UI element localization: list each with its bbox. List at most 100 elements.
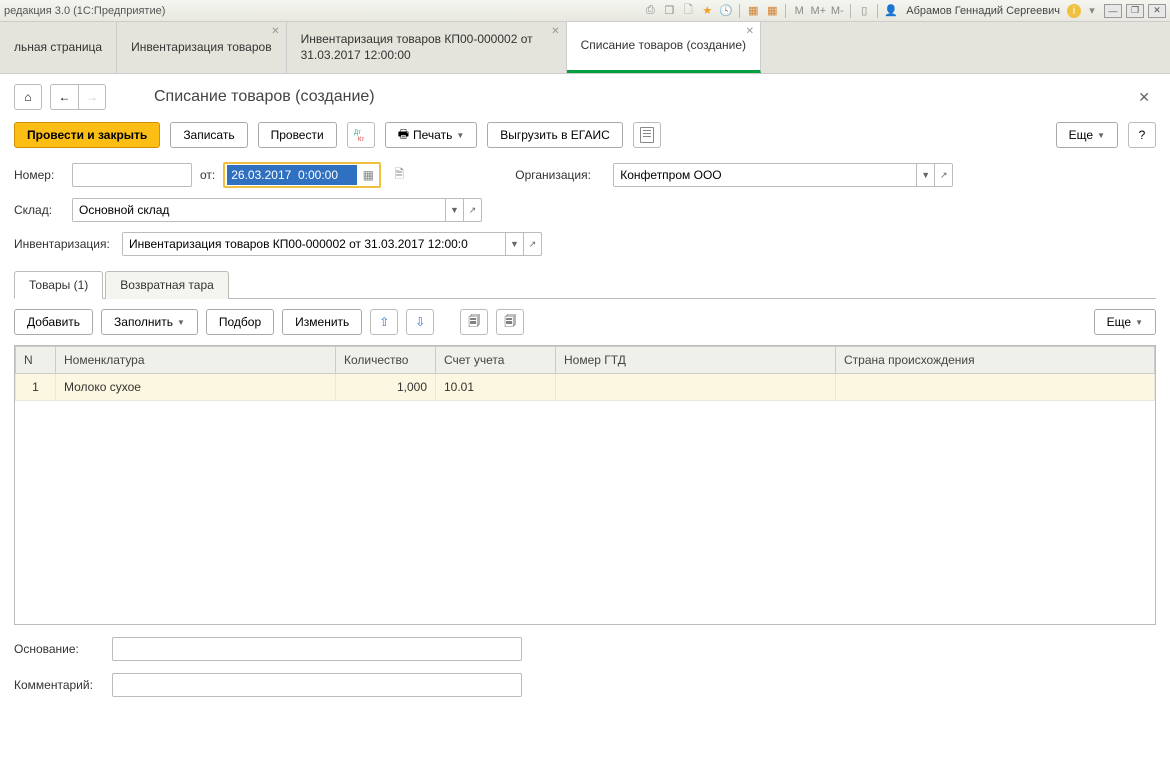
titlebar-icons: ⎙ ❐ 🗋 ★ 🕓 ▦ ▦ M M+ M- ▯ 👤 Абрамов Геннад… bbox=[642, 3, 1166, 19]
dt-kt-icon[interactable]: ДтКт bbox=[347, 122, 375, 148]
cell-item[interactable]: Молоко сухое bbox=[56, 374, 336, 401]
paste-rows-icon[interactable]: 🗐 bbox=[496, 309, 524, 335]
back-button[interactable]: ← bbox=[50, 84, 78, 110]
copy-rows-icon[interactable]: 🗐 bbox=[460, 309, 488, 335]
m-plus-button[interactable]: M+ bbox=[810, 3, 826, 19]
tab-inventory[interactable]: Инвентаризация товаров ✕ bbox=[117, 22, 286, 73]
org-combo[interactable]: ▼ ↗ bbox=[613, 163, 953, 187]
app-tabs: льная страница Инвентаризация товаров ✕ … bbox=[0, 22, 1170, 74]
col-qty[interactable]: Количество bbox=[336, 347, 436, 374]
comment-label: Комментарий: bbox=[14, 678, 104, 692]
inventory-label: Инвентаризация: bbox=[14, 237, 114, 251]
post-and-close-button[interactable]: Провести и закрыть bbox=[14, 122, 160, 148]
cell-gtd[interactable] bbox=[556, 374, 836, 401]
main-toolbar: Провести и закрыть Записать Провести ДтК… bbox=[14, 122, 1156, 148]
dropdown-icon[interactable]: ▼ bbox=[445, 199, 463, 221]
move-down-button[interactable]: ⇩ bbox=[406, 309, 434, 335]
close-icon[interactable]: ✕ bbox=[746, 26, 754, 37]
dropdown-icon[interactable]: ▼ bbox=[916, 164, 934, 186]
org-label: Организация: bbox=[515, 168, 605, 182]
grid-more-button[interactable]: Еще ▼ bbox=[1094, 309, 1156, 335]
cell-qty[interactable]: 1,000 bbox=[336, 374, 436, 401]
calendar-picker-icon[interactable]: ▦ bbox=[359, 166, 377, 184]
cell-country[interactable] bbox=[836, 374, 1155, 401]
basis-label: Основание: bbox=[14, 642, 104, 656]
comment-input[interactable] bbox=[112, 673, 522, 697]
post-button[interactable]: Провести bbox=[258, 122, 337, 148]
calculator-icon[interactable]: ▦ bbox=[745, 3, 761, 19]
date-label: от: bbox=[200, 168, 215, 182]
layout-icon[interactable]: ▯ bbox=[856, 3, 872, 19]
tab-main-page[interactable]: льная страница bbox=[0, 22, 117, 73]
col-item[interactable]: Номенклатура bbox=[56, 347, 336, 374]
warehouse-label: Склад: bbox=[14, 203, 64, 217]
app-title: редакция 3.0 (1С:Предприятие) bbox=[4, 5, 642, 17]
date-field-wrapper: ▦ bbox=[223, 162, 381, 188]
close-icon[interactable]: ✕ bbox=[551, 26, 559, 37]
copy-icon[interactable]: ❐ bbox=[661, 3, 677, 19]
forward-button[interactable]: → bbox=[78, 84, 106, 110]
history-icon[interactable]: 🕓 bbox=[718, 3, 734, 19]
add-button[interactable]: Добавить bbox=[14, 309, 93, 335]
minimize-button[interactable]: — bbox=[1104, 4, 1122, 18]
svg-text:Дт: Дт bbox=[354, 130, 361, 136]
basis-input[interactable] bbox=[112, 637, 522, 661]
col-gtd[interactable]: Номер ГТД bbox=[556, 347, 836, 374]
dropdown-icon[interactable]: ▾ bbox=[1084, 3, 1100, 19]
user-name[interactable]: Абрамов Геннадий Сергеевич bbox=[902, 5, 1064, 17]
m-minus-button[interactable]: M- bbox=[829, 3, 845, 19]
maximize-button[interactable]: ❐ bbox=[1126, 4, 1144, 18]
dropdown-icon[interactable]: ▼ bbox=[505, 233, 523, 255]
print-icon[interactable]: ⎙ bbox=[642, 3, 658, 19]
egais-button[interactable]: Выгрузить в ЕГАИС bbox=[487, 122, 623, 148]
inventory-combo[interactable]: ▼ ↗ bbox=[122, 232, 542, 256]
doc-icon[interactable]: 🗋 bbox=[680, 3, 696, 19]
m-button[interactable]: M bbox=[791, 3, 807, 19]
warehouse-combo[interactable]: ▼ ↗ bbox=[72, 198, 482, 222]
home-button[interactable]: ⌂ bbox=[14, 84, 42, 110]
grid-toolbar: Добавить Заполнить ▼ Подбор Изменить ⇧ ⇩… bbox=[14, 299, 1156, 345]
report-icon[interactable] bbox=[633, 122, 661, 148]
inventory-input[interactable] bbox=[123, 233, 505, 255]
tab-writeoff[interactable]: Списание товаров (создание) ✕ bbox=[567, 22, 761, 73]
goods-grid[interactable]: N Номенклатура Количество Счет учета Ном… bbox=[14, 345, 1156, 625]
warehouse-input[interactable] bbox=[73, 199, 445, 221]
col-n[interactable]: N bbox=[16, 347, 56, 374]
svg-text:Кт: Кт bbox=[358, 137, 364, 142]
cell-n[interactable]: 1 bbox=[16, 374, 56, 401]
info-icon[interactable]: i bbox=[1067, 4, 1081, 18]
subtabs: Товары (1) Возвратная тара bbox=[14, 270, 1156, 299]
number-input[interactable] bbox=[72, 163, 192, 187]
open-icon[interactable]: ↗ bbox=[463, 199, 481, 221]
tab-inventory-doc[interactable]: Инвентаризация товаров КП00-000002 от 31… bbox=[287, 22, 567, 73]
open-icon[interactable]: ↗ bbox=[523, 233, 541, 255]
open-icon[interactable]: ↗ bbox=[934, 164, 952, 186]
move-up-button[interactable]: ⇧ bbox=[370, 309, 398, 335]
print-button[interactable]: 🖶 Печать ▼ bbox=[385, 122, 478, 148]
date-input[interactable] bbox=[227, 165, 357, 185]
caret-down-icon: ▼ bbox=[177, 318, 185, 327]
col-account[interactable]: Счет учета bbox=[436, 347, 556, 374]
close-page-button[interactable]: ✕ bbox=[1132, 89, 1156, 106]
printer-icon: 🖶 bbox=[398, 125, 409, 146]
document-link-icon[interactable]: 🗎 bbox=[389, 165, 409, 185]
tab-containers[interactable]: Возвратная тара bbox=[105, 271, 229, 299]
titlebar: редакция 3.0 (1С:Предприятие) ⎙ ❐ 🗋 ★ 🕓 … bbox=[0, 0, 1170, 22]
table-row[interactable]: 1 Молоко сухое 1,000 10.01 bbox=[16, 374, 1155, 401]
page-title: Списание товаров (создание) bbox=[154, 88, 375, 106]
close-icon[interactable]: ✕ bbox=[271, 26, 279, 37]
col-country[interactable]: Страна происхождения bbox=[836, 347, 1155, 374]
write-button[interactable]: Записать bbox=[170, 122, 247, 148]
edit-button[interactable]: Изменить bbox=[282, 309, 362, 335]
fill-button[interactable]: Заполнить ▼ bbox=[101, 309, 198, 335]
org-input[interactable] bbox=[614, 164, 916, 186]
help-button[interactable]: ? bbox=[1128, 122, 1156, 148]
select-button[interactable]: Подбор bbox=[206, 309, 274, 335]
cell-account[interactable]: 10.01 bbox=[436, 374, 556, 401]
caret-down-icon: ▼ bbox=[456, 131, 464, 140]
more-button[interactable]: Еще ▼ bbox=[1056, 122, 1118, 148]
tab-goods[interactable]: Товары (1) bbox=[14, 271, 103, 299]
favorite-icon[interactable]: ★ bbox=[699, 3, 715, 19]
close-window-button[interactable]: ✕ bbox=[1148, 4, 1166, 18]
calendar-icon[interactable]: ▦ bbox=[764, 3, 780, 19]
